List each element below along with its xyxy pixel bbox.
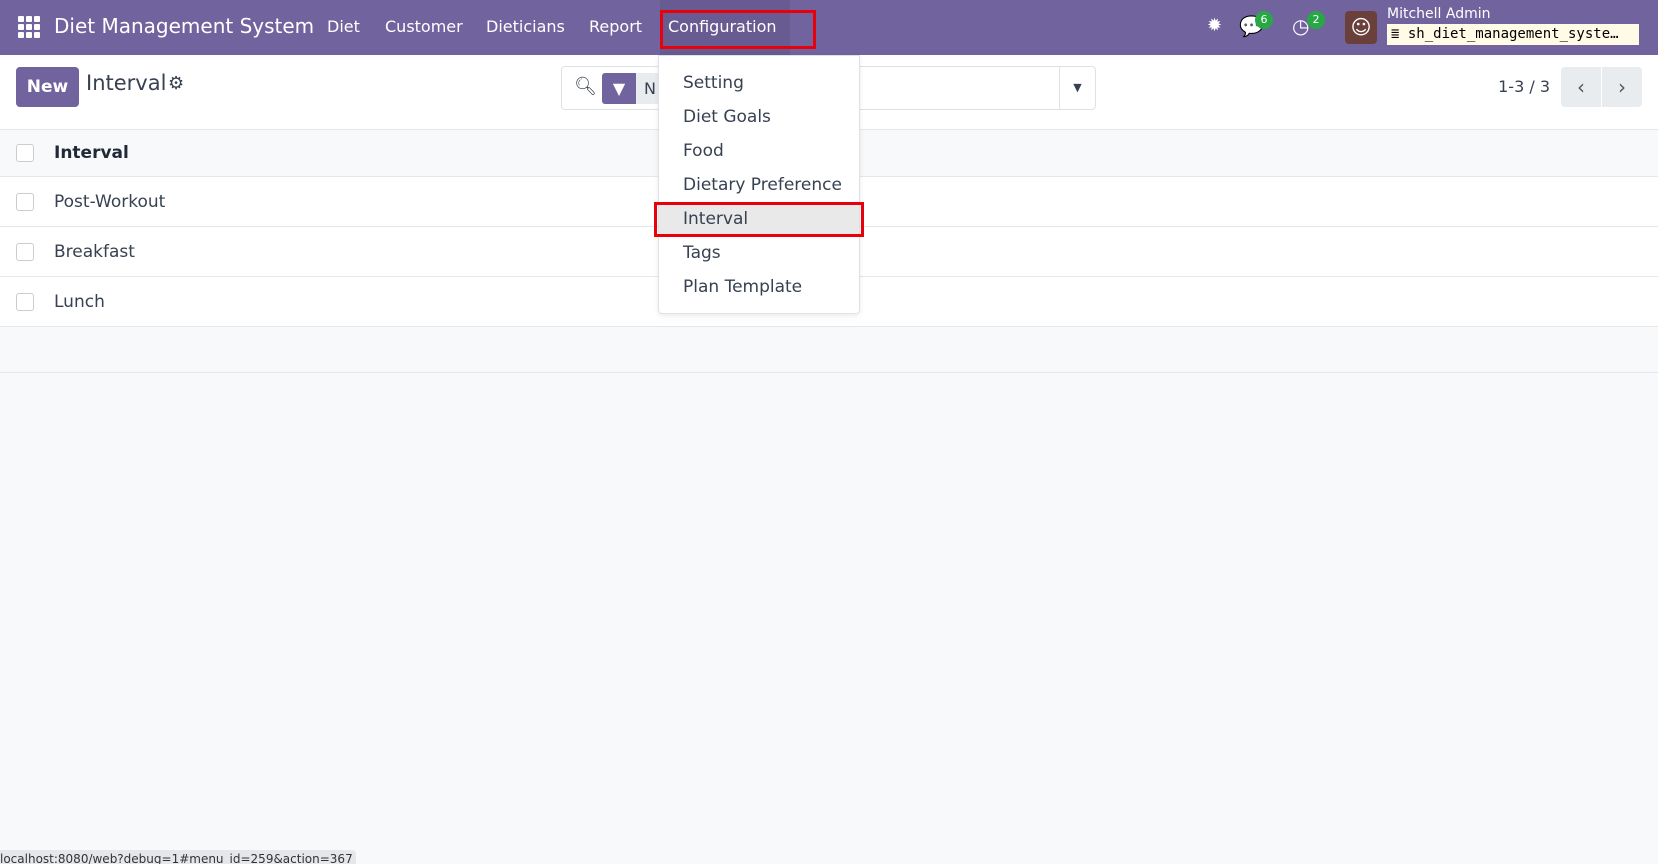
column-header-interval[interactable]: Interval (54, 143, 129, 163)
configuration-dropdown: Setting Diet Goals Food Dietary Preferen… (658, 55, 860, 314)
menu-customer[interactable]: Customer (385, 17, 463, 36)
menu-configuration[interactable]: Configuration (668, 17, 777, 36)
apps-menu-icon[interactable] (18, 16, 40, 38)
menu-item-tags[interactable]: Tags (659, 236, 859, 270)
table-footer (0, 327, 1658, 373)
new-button[interactable]: New (16, 67, 79, 107)
filter-icon: ▼ (602, 73, 636, 104)
pager-value[interactable]: 1-3 / 3 (1498, 77, 1550, 96)
user-avatar[interactable]: ☺ (1345, 11, 1377, 44)
activities-badge: 2 (1307, 11, 1325, 29)
menu-item-food[interactable]: Food (659, 134, 859, 168)
status-bar-url: localhost:8080/web?debug=1#menu_id=259&a… (0, 850, 356, 864)
row-name: Post-Workout (54, 191, 166, 212)
row-name: Lunch (54, 291, 105, 312)
top-navbar: Diet Management System Diet Customer Die… (0, 0, 1658, 55)
menu-item-setting[interactable]: Setting (659, 66, 859, 100)
menu-item-interval[interactable]: Interval (659, 202, 859, 236)
database-label: sh_diet_management_syste… (1407, 26, 1619, 42)
select-all-checkbox[interactable] (16, 144, 34, 162)
search-icon: 🔍︎ (574, 76, 597, 97)
database-icon: ≣ (1391, 26, 1408, 42)
pager-next-button[interactable]: › (1602, 67, 1642, 107)
debug-bug-icon[interactable]: ✹ (1207, 15, 1222, 36)
menu-item-dietary-preference[interactable]: Dietary Preference (659, 168, 859, 202)
row-checkbox[interactable] (16, 192, 34, 211)
gear-icon[interactable]: ⚙ (168, 73, 184, 94)
app-brand[interactable]: Diet Management System (54, 14, 314, 38)
row-checkbox[interactable] (16, 292, 34, 311)
menu-report[interactable]: Report (589, 17, 642, 36)
menu-diet[interactable]: Diet (327, 17, 360, 36)
messages-badge: 6 (1255, 11, 1273, 29)
pager-previous-button[interactable]: ‹ (1561, 67, 1601, 107)
row-name: Breakfast (54, 241, 135, 262)
search-options-toggle[interactable]: ▼ (1059, 67, 1095, 109)
user-name[interactable]: Mitchell Admin (1387, 6, 1491, 22)
database-name: ≣ sh_diet_management_syste… (1387, 24, 1639, 45)
menu-item-plan-template[interactable]: Plan Template (659, 270, 859, 304)
menu-dieticians[interactable]: Dieticians (486, 17, 565, 36)
row-checkbox[interactable] (16, 242, 34, 261)
page-title: Interval (86, 71, 167, 95)
menu-item-diet-goals[interactable]: Diet Goals (659, 100, 859, 134)
